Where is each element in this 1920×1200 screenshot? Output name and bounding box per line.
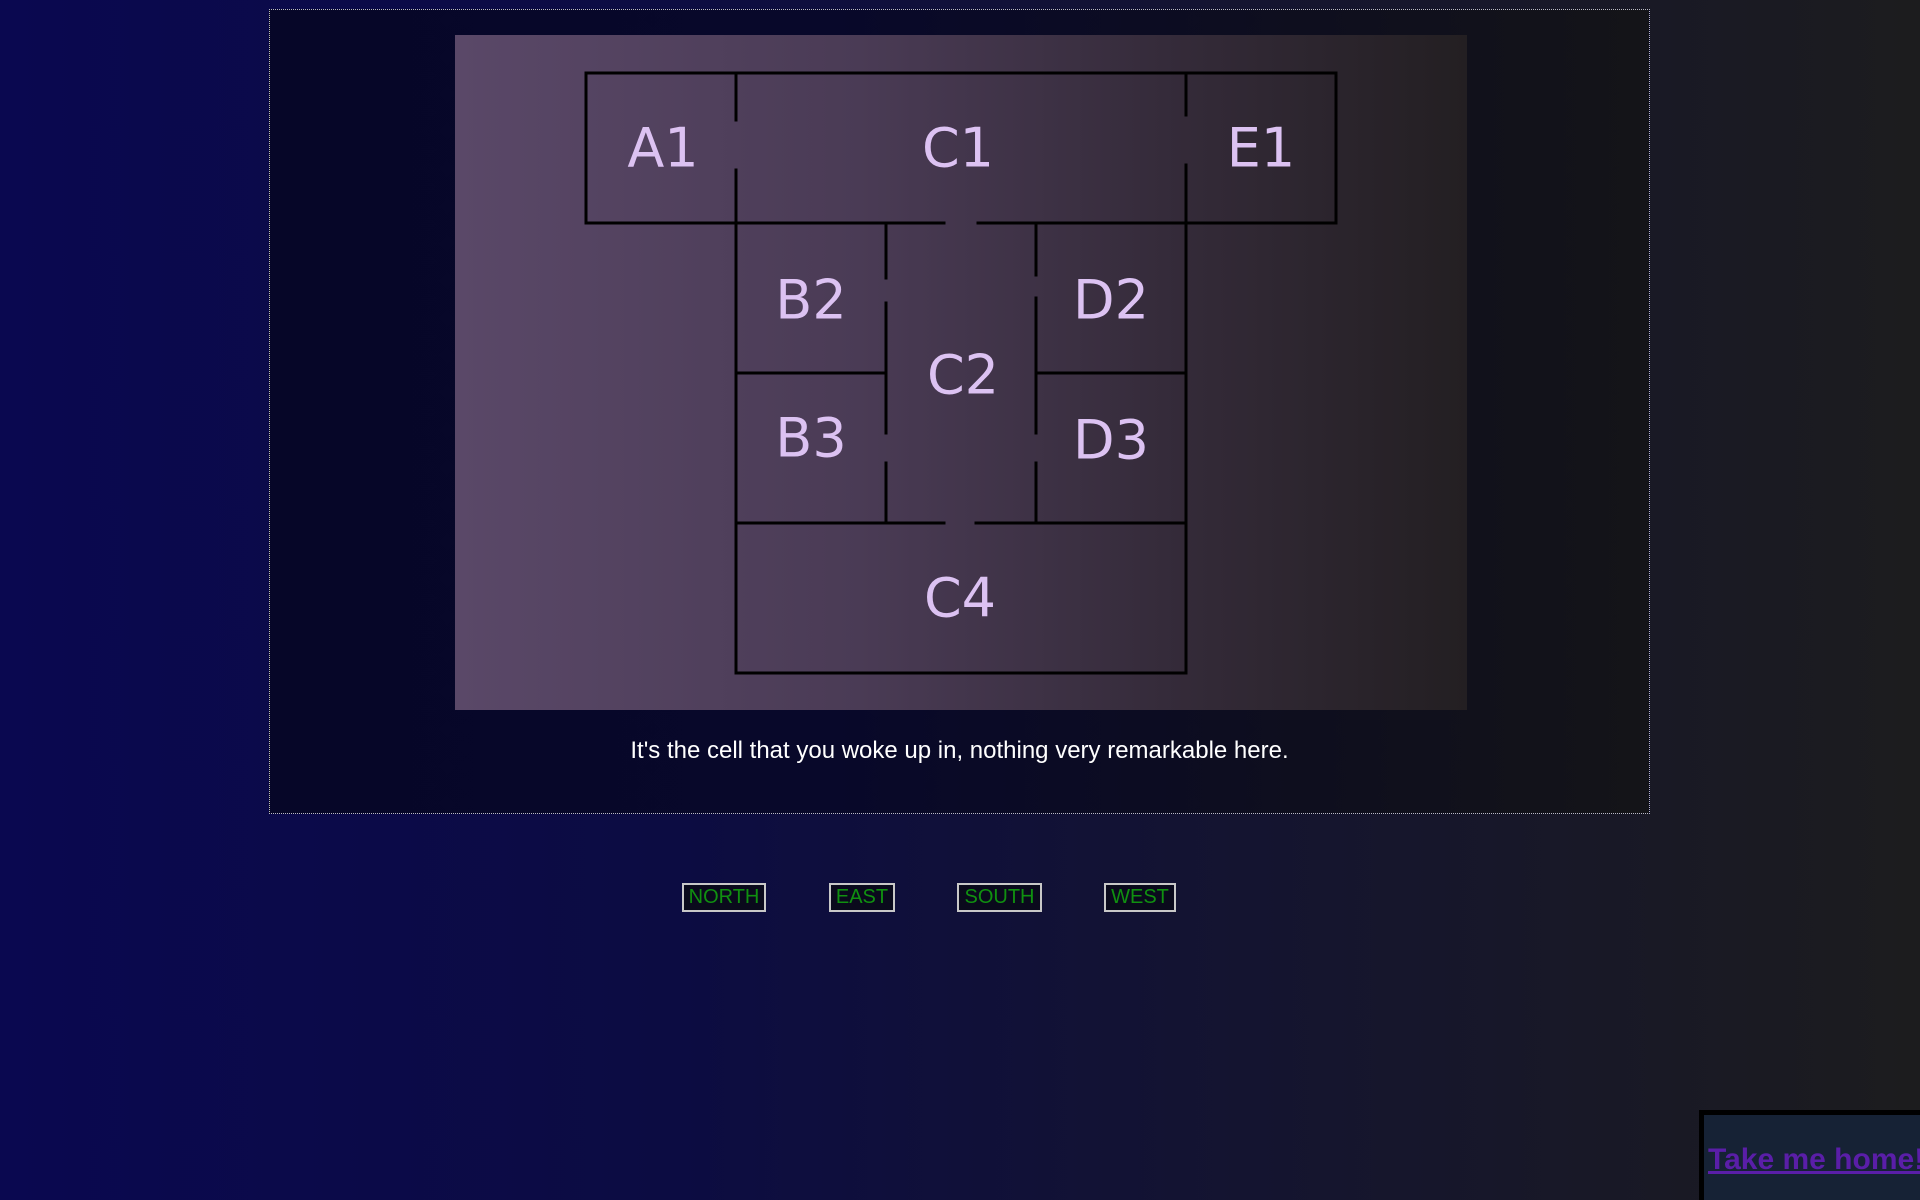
room-label-c4: C4: [924, 567, 996, 630]
dungeon-map: A1 C1 E1 B2 C2 D2 B3 D3 C4: [455, 35, 1467, 710]
room-label-e1: E1: [1227, 117, 1295, 180]
scene-frame: A1 C1 E1 B2 C2 D2 B3 D3 C4 It's the cell…: [269, 9, 1650, 814]
map-svg: A1 C1 E1 B2 C2 D2 B3 D3 C4: [584, 71, 1338, 675]
room-label-c1: C1: [922, 117, 994, 180]
room-label-d2: D2: [1073, 269, 1149, 332]
room-label-b2: B2: [775, 269, 846, 332]
east-button[interactable]: EAST: [829, 883, 895, 912]
room-label-c2: C2: [927, 344, 999, 407]
room-label-d3: D3: [1073, 409, 1149, 472]
west-button[interactable]: WEST: [1104, 883, 1176, 912]
room-label-b3: B3: [775, 407, 846, 470]
room-label-a1: A1: [627, 117, 698, 180]
room-description: It's the cell that you woke up in, nothi…: [630, 737, 1289, 764]
home-link-box: Take me home!: [1699, 1110, 1920, 1200]
south-button[interactable]: SOUTH: [957, 883, 1042, 912]
home-link[interactable]: Take me home!: [1708, 1143, 1920, 1177]
north-button[interactable]: NORTH: [682, 883, 766, 912]
